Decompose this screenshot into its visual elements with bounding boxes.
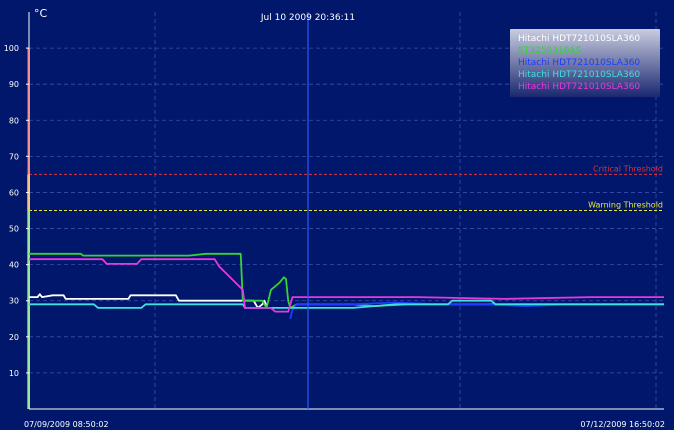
y-tick-label: 30: [9, 297, 19, 306]
cursor-time-label: Jul 10 2009 20:36:11: [260, 13, 355, 23]
legend-entry[interactable]: Hitachi HDT721010SLA360: [518, 70, 640, 80]
temperature-chart: Critical Threshold Warning Threshold 10 20…: [0, 0, 674, 430]
legend-entry[interactable]: Hitachi HDT721010SLA360: [518, 34, 640, 44]
x-end-label: 07/12/2009 16:50:02: [580, 420, 665, 429]
y-tick-label: 70: [9, 152, 19, 161]
threshold-label: Critical Threshold: [593, 164, 663, 173]
y-tick-label: 100: [4, 44, 19, 53]
legend: Hitachi HDT721010SLA360 ST3250310AS Hitach…: [510, 29, 660, 97]
y-tick-label: 40: [9, 261, 19, 270]
unit-label: °C: [34, 7, 48, 20]
y-tick-label: 50: [9, 225, 19, 234]
legend-entry[interactable]: ST3250310AS: [518, 46, 581, 56]
y-tick-label: 60: [9, 188, 19, 197]
x-start-label: 07/09/2009 08:50:02: [24, 420, 109, 429]
legend-entry[interactable]: Hitachi HDT721010SLA360: [518, 82, 640, 92]
y-tick-label: 80: [9, 116, 19, 125]
y-tick-label: 10: [9, 369, 19, 378]
y-tick-label: 20: [9, 333, 19, 342]
legend-entry[interactable]: Hitachi HDT721010SLA360: [518, 58, 640, 68]
y-tick-label: 90: [9, 80, 19, 89]
threshold-label: Warning Threshold: [588, 201, 663, 210]
